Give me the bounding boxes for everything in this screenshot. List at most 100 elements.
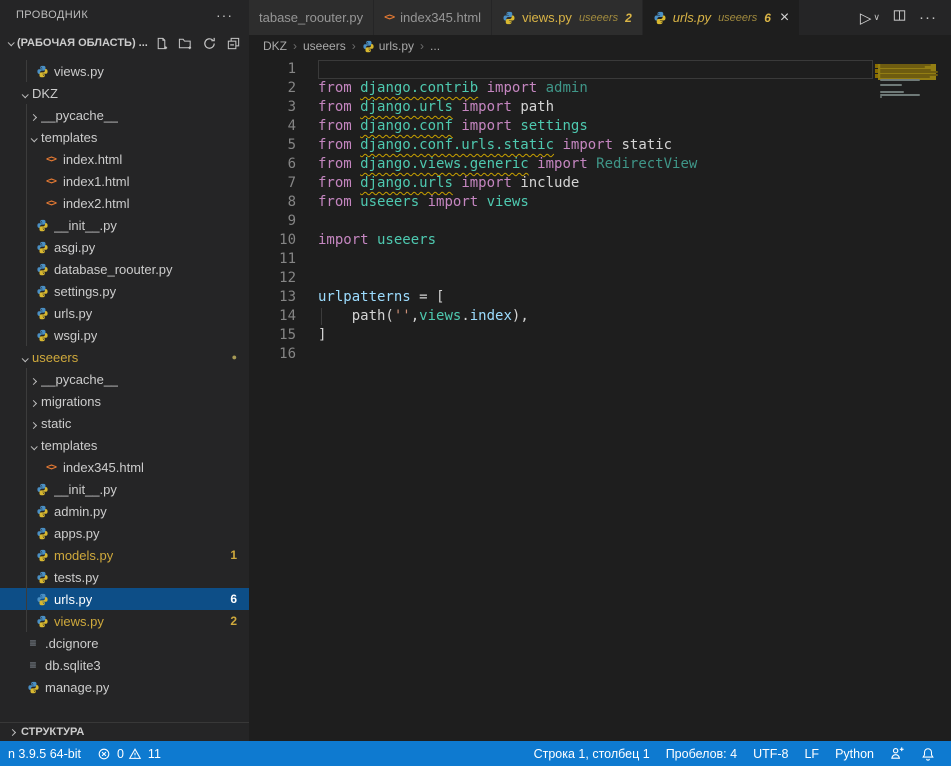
breadcrumb-item-DKZ[interactable]: DKZ: [263, 39, 287, 53]
status-python-version[interactable]: n 3.9.5 64-bit: [0, 741, 89, 766]
new-folder-icon[interactable]: [178, 36, 193, 51]
status-eol[interactable]: LF: [796, 741, 827, 766]
tree-item-__pycache__[interactable]: __pycache__: [0, 368, 249, 390]
code-line-2[interactable]: 2from django.contrib import admin: [249, 79, 875, 98]
tree-item-tests.py[interactable]: tests.py: [0, 566, 249, 588]
status-encoding[interactable]: UTF-8: [745, 741, 796, 766]
code-line-15[interactable]: 15]: [249, 326, 875, 345]
tree-item-static[interactable]: static: [0, 412, 249, 434]
tree-item-__pycache__[interactable]: __pycache__: [0, 104, 249, 126]
tree-item-views.py[interactable]: views.py2: [0, 610, 249, 632]
code-line-4[interactable]: 4from django.conf import settings: [249, 117, 875, 136]
tree-item-label: templates: [41, 438, 97, 453]
tree-item-urls.py[interactable]: urls.py6: [0, 588, 249, 610]
tree-item-DKZ[interactable]: DKZ: [0, 82, 249, 104]
code-line-16[interactable]: 16: [249, 345, 875, 364]
minimap-line: [880, 79, 920, 81]
status-cursor-position[interactable]: Строка 1, столбец 1: [526, 741, 658, 766]
new-file-icon[interactable]: [154, 36, 169, 51]
tab-index345.html[interactable]: <>index345.html: [374, 0, 492, 35]
code-token: from: [318, 80, 360, 96]
line-number: 16: [249, 345, 296, 364]
code-token: ,: [411, 308, 419, 324]
explorer-more-icon[interactable]: ···: [216, 7, 233, 23]
tree-item-.dcignore[interactable]: ≡.dcignore: [0, 632, 249, 654]
tree-item-asgi.py[interactable]: asgi.py: [0, 236, 249, 258]
workspace-title: (РАБОЧАЯ ОБЛАСТЬ) ...: [17, 37, 148, 49]
code-area[interactable]: 12from django.contrib import admin3from …: [249, 57, 875, 741]
minimap[interactable]: [875, 57, 951, 741]
tree-item-db.sqlite3[interactable]: ≡db.sqlite3: [0, 654, 249, 676]
tree-item-index1.html[interactable]: <>index1.html: [0, 170, 249, 192]
collapse-all-icon[interactable]: [226, 36, 241, 51]
tab-label: urls.py: [673, 10, 711, 25]
tree-item-__init__.py[interactable]: __init__.py: [0, 214, 249, 236]
tree-item-index.html[interactable]: <>index.html: [0, 148, 249, 170]
code-line-13[interactable]: 13urlpatterns = [: [249, 288, 875, 307]
refresh-icon[interactable]: [202, 36, 217, 51]
code-token: import: [318, 232, 369, 248]
code-line-1[interactable]: 1: [249, 60, 875, 79]
tree-item-apps.py[interactable]: apps.py: [0, 522, 249, 544]
code-line-5[interactable]: 5from django.conf.urls.static import sta…: [249, 136, 875, 155]
close-icon[interactable]: ×: [780, 10, 789, 26]
tree-item-index345.html[interactable]: <>index345.html: [0, 456, 249, 478]
outline-section-header[interactable]: СТРУКТУРА: [0, 722, 249, 741]
status-notifications[interactable]: [913, 741, 943, 766]
run-python-file-button[interactable]: ▷ ∨: [860, 9, 880, 27]
status-language-mode[interactable]: Python: [827, 741, 882, 766]
tree-item-templates[interactable]: templates: [0, 126, 249, 148]
tree-item-wsgi.py[interactable]: wsgi.py: [0, 324, 249, 346]
tree-item-label: DKZ: [32, 86, 58, 101]
indent-guide: [26, 412, 27, 434]
breadcrumb-item-...[interactable]: ...: [430, 39, 440, 53]
split-editor-icon[interactable]: [892, 8, 907, 28]
tab-tabase_roouter.py[interactable]: tabase_roouter.py: [249, 0, 374, 35]
tree-item-views.py[interactable]: views.py: [0, 60, 249, 82]
code-line-12[interactable]: 12: [249, 269, 875, 288]
more-actions-icon[interactable]: ···: [919, 9, 937, 26]
minimap-line: [880, 94, 920, 96]
code-line-14[interactable]: 14 path('',views.index),: [249, 307, 875, 326]
tree-item-templates[interactable]: templates: [0, 434, 249, 456]
tree-item-label: migrations: [41, 394, 101, 409]
code-line-10[interactable]: 10import useeers: [249, 231, 875, 250]
python-icon: [36, 307, 49, 320]
status-text: Python: [835, 747, 874, 761]
code-line-9[interactable]: 9: [249, 212, 875, 231]
tree-item-useeers[interactable]: useeers●: [0, 346, 249, 368]
tree-item-label: db.sqlite3: [45, 658, 101, 673]
tree-item-__init__.py[interactable]: __init__.py: [0, 478, 249, 500]
chevron-down-icon: ∨: [873, 12, 880, 23]
status-problems[interactable]: 011: [89, 741, 169, 766]
code-line-8[interactable]: 8from useeers import views: [249, 193, 875, 212]
indent-guide: [26, 324, 27, 346]
tree-item-index2.html[interactable]: <>index2.html: [0, 192, 249, 214]
tree-item-label: manage.py: [45, 680, 109, 695]
status-text: Строка 1, столбец 1: [534, 747, 650, 761]
tab-views.py[interactable]: views.pyuseeers2: [492, 0, 643, 35]
code-line-11[interactable]: 11: [249, 250, 875, 269]
tree-item-migrations[interactable]: migrations: [0, 390, 249, 412]
tree-item-settings.py[interactable]: settings.py: [0, 280, 249, 302]
tree-item-manage.py[interactable]: manage.py: [0, 676, 249, 698]
tab-urls.py[interactable]: urls.pyuseeers6×: [643, 0, 800, 35]
tree-item-database_roouter.py[interactable]: database_roouter.py: [0, 258, 249, 280]
tree-item-urls.py[interactable]: urls.py: [0, 302, 249, 324]
indent-guide: [26, 192, 27, 214]
breadcrumb-item-urls.py[interactable]: urls.py: [362, 39, 414, 53]
code-line-3[interactable]: 3from django.urls import path: [249, 98, 875, 117]
tree-item-models.py[interactable]: models.py1: [0, 544, 249, 566]
code-line-7[interactable]: 7from django.urls import include: [249, 174, 875, 193]
code-line-6[interactable]: 6from django.views.generic import Redire…: [249, 155, 875, 174]
indent-guide: [26, 236, 27, 258]
workspace-section-header[interactable]: (РАБОЧАЯ ОБЛАСТЬ) ...: [0, 30, 249, 56]
indent-guide: [26, 60, 27, 82]
indent-guide: [26, 170, 27, 192]
status-feedback[interactable]: [882, 741, 913, 766]
breadcrumb-item-useeers[interactable]: useeers: [303, 39, 346, 53]
chevron-down-icon: [22, 86, 32, 101]
python-icon: [36, 571, 49, 584]
status-indentation[interactable]: Пробелов: 4: [658, 741, 745, 766]
tree-item-admin.py[interactable]: admin.py: [0, 500, 249, 522]
